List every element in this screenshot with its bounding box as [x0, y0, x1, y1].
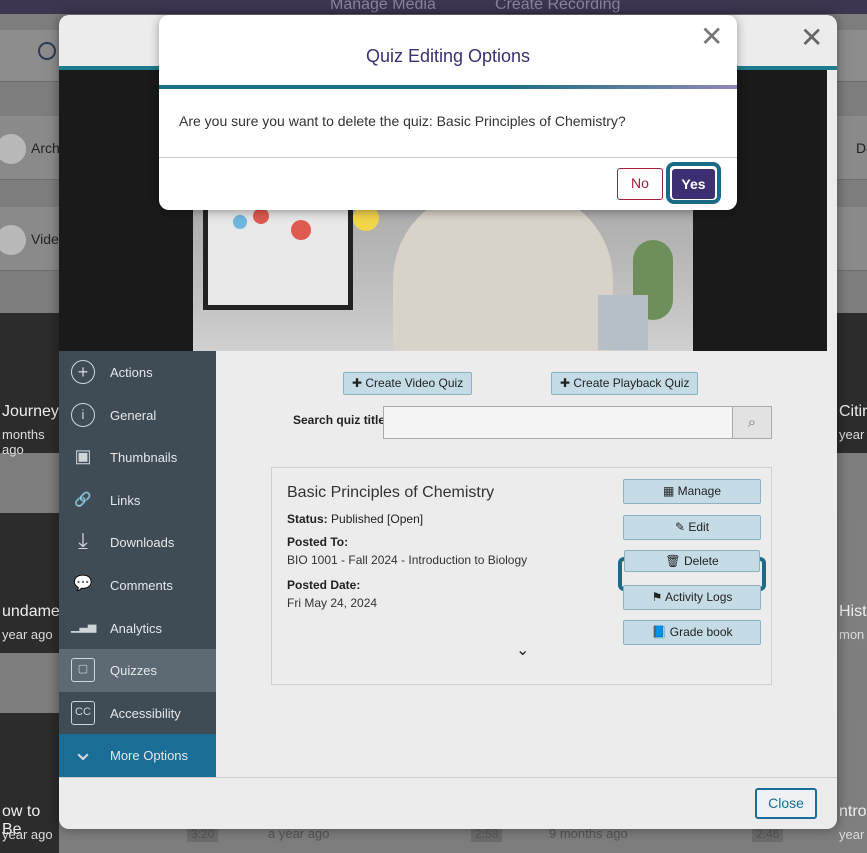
create-playback-quiz-button[interactable]: ✚ Create Playback Quiz	[551, 372, 699, 395]
dialog-title: Quiz Editing Options	[365, 46, 531, 66]
sidebar-item-thumbnails[interactable]: ▣ Thumbnails	[59, 436, 216, 479]
background-card: Citing year	[837, 313, 867, 453]
posted-date-value: Fri May 24, 2024	[287, 596, 378, 610]
posted-to-label: Posted To:	[287, 535, 349, 549]
flag-icon: ⚑	[651, 590, 666, 604]
plus-circle-icon: +	[71, 360, 95, 384]
chevron-down-icon: ⌄	[72, 736, 94, 767]
edit-icon: ✎	[674, 520, 689, 534]
cup-image	[598, 295, 648, 350]
plus-icon: ✚	[560, 376, 574, 390]
comments-icon: 💬	[73, 575, 93, 592]
search-button[interactable]: ⌕	[732, 406, 772, 439]
dialog-message: Are you sure you want to delete the quiz…	[179, 113, 626, 129]
delete-button[interactable]: 🗑 Delete	[624, 550, 760, 572]
search-icon: ⌕	[747, 414, 757, 431]
no-button[interactable]: No	[617, 168, 663, 200]
sidebar-item-comments[interactable]: 💬 Comments	[59, 564, 216, 607]
close-button[interactable]: Close	[755, 788, 817, 819]
yes-button[interactable]: Yes	[672, 169, 715, 199]
trash-icon: 🗑	[665, 554, 684, 568]
sidebar-item-more-options[interactable]: ⌄ More Options	[59, 734, 216, 777]
background-topbar: Manage Media Create Recording	[0, 0, 867, 14]
manage-media-link: Manage Media	[330, 0, 436, 13]
quiz-delete-confirm-dialog: Quiz Editing Options ✕ Are you sure you …	[159, 15, 737, 210]
close-icon[interactable]: ✕	[800, 24, 823, 52]
person-image	[393, 190, 613, 351]
sidebar-item-analytics[interactable]: ▁▃▅ Analytics	[59, 607, 216, 650]
create-video-quiz-button[interactable]: ✚ Create Video Quiz	[343, 372, 473, 395]
info-icon: i	[71, 402, 95, 427]
folder-icon	[0, 225, 26, 255]
plus-icon: ✚	[352, 376, 366, 390]
dialog-accent-bar	[159, 85, 737, 89]
background-card: Journey months ago	[0, 313, 59, 457]
sidebar-item-actions[interactable]: + Actions	[59, 351, 216, 394]
footer-divider	[59, 777, 837, 778]
background-card: ntro year	[837, 713, 867, 853]
cc-icon: CC	[71, 700, 95, 725]
quizzes-panel: ✚ Create Video Quiz ✚ Create Playback Qu…	[216, 351, 827, 777]
posted-date-label: Posted Date:	[287, 578, 361, 592]
molecule-dot	[233, 215, 247, 229]
options-sidebar: + Actions i General ▣ Thumbnails 🔗 Links…	[59, 351, 216, 777]
folder-icon	[0, 134, 26, 164]
grade-book-button[interactable]: 📘 Grade book	[623, 620, 761, 645]
edit-button[interactable]: ✎ Edit	[623, 515, 761, 540]
search-quiz-input[interactable]	[383, 406, 733, 439]
manage-button[interactable]: ▦ Manage	[623, 479, 761, 504]
dialog-divider	[159, 157, 737, 158]
calendar-icon: ▦	[662, 484, 678, 498]
quiz-status: Status: Published [Open]	[287, 512, 424, 526]
book-icon: 📘	[651, 625, 670, 639]
quiz-card: Basic Principles of Chemistry Status: Pu…	[271, 467, 772, 685]
posted-to-value: BIO 1001 - Fall 2024 - Introduction to B…	[287, 553, 528, 567]
close-icon[interactable]: ✕	[700, 23, 723, 51]
sidebar-item-downloads[interactable]: ⤓ Downloads	[59, 521, 216, 564]
search-quiz-label: Search quiz title	[293, 413, 386, 427]
sidebar-item-accessibility[interactable]: CC Accessibility	[59, 692, 216, 735]
search-icon	[38, 42, 56, 60]
quiz-icon: ▢	[71, 658, 95, 683]
monitor-image	[203, 200, 353, 310]
sidebar-item-general[interactable]: i General	[59, 394, 216, 437]
molecule-dot	[253, 208, 269, 224]
create-recording-link: Create Recording	[495, 0, 621, 13]
background-card: ow to Be year ago	[0, 713, 59, 853]
background-card: Histo mon	[837, 513, 867, 653]
chevron-down-icon[interactable]: ⌄	[516, 640, 529, 660]
sidebar-item-links[interactable]: 🔗 Links	[59, 479, 216, 522]
analytics-icon: ▁▃▅	[71, 620, 97, 633]
sidebar-item-quizzes[interactable]: ▢ Quizzes	[59, 649, 216, 692]
activity-logs-button[interactable]: ⚑ Activity Logs	[623, 585, 761, 610]
link-icon: 🔗	[74, 490, 92, 507]
quiz-title: Basic Principles of Chemistry	[287, 484, 495, 501]
download-icon: ⤓	[78, 528, 88, 554]
molecule-dot	[291, 220, 311, 240]
background-card: undamen year ago	[0, 513, 69, 653]
thumbnails-icon: ▣	[74, 446, 92, 467]
